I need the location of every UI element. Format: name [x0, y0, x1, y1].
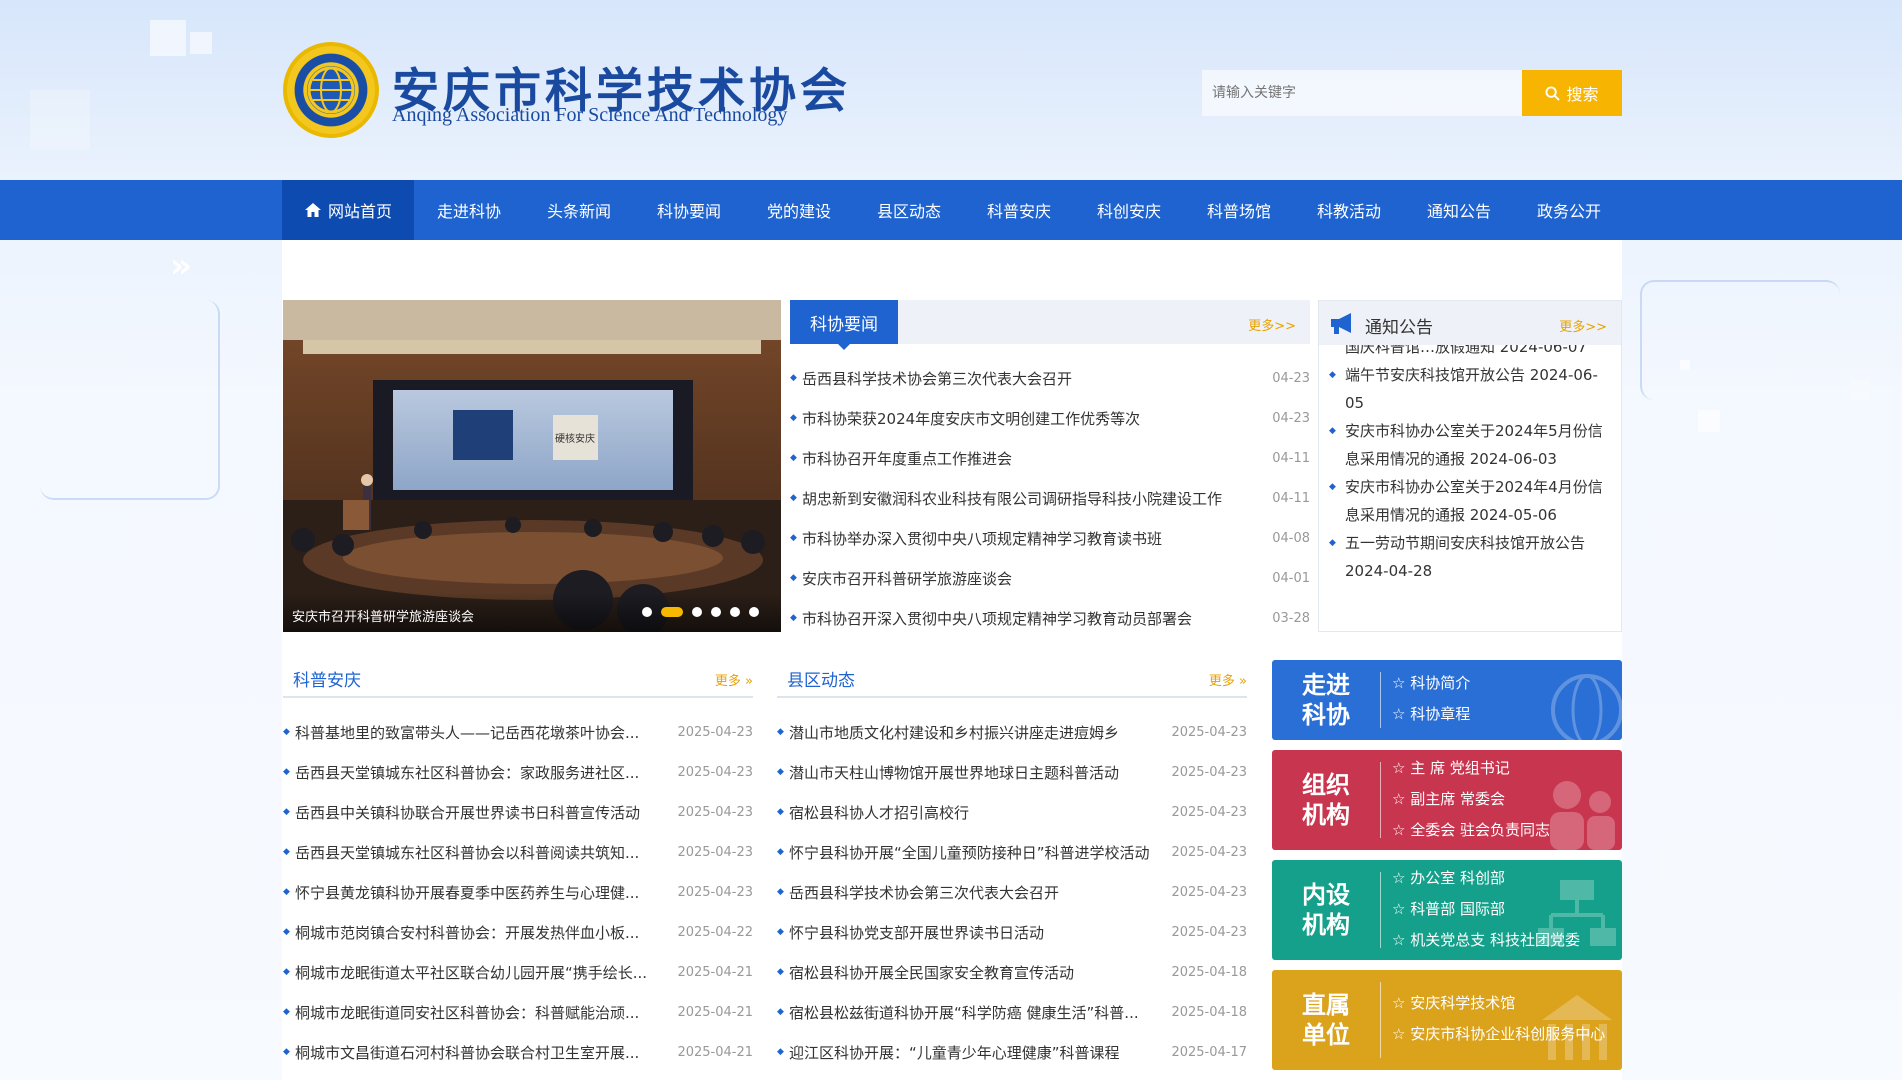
carousel-dot[interactable]	[692, 607, 702, 617]
list-item[interactable]: ◆ 怀宁县科协党支部开展世界读书日活动 2025-04-23	[777, 912, 1247, 952]
list-item[interactable]: ◆ 潜山市天柱山博物馆开展世界地球日主题科普活动 2025-04-23	[777, 752, 1247, 792]
list-item[interactable]: ◆ 安庆市科协办公室关于2024年4月份信息采用情况的通报 2024-05-06	[1329, 473, 1615, 529]
news-list: ◆ 岳西县科学技术协会第三次代表大会召开 04-23 ◆ 市科协荣获2024年度安庆市…	[790, 358, 1310, 638]
notice-list: 国庆科普馆…放假通知 2024-06-07 ◆ 端午节安庆科技馆开放公告 2024…	[1329, 345, 1615, 631]
side-link-chairman[interactable]: ☆ 主 席 党组书记	[1392, 753, 1550, 784]
list-item[interactable]: ◆ 市科协召开深入贯彻中央八项规定精神学习教育动员部署会 03-28	[790, 598, 1310, 638]
carousel-dot[interactable]	[749, 607, 759, 617]
notice-header: 通知公告 更多>>	[1319, 301, 1621, 345]
nav-item-headlines[interactable]: 头条新闻	[524, 180, 634, 240]
side-box-affiliated: 直属 单位 ☆ 安庆科学技术馆 ☆ 安庆市科协企业科创服务中心	[1272, 970, 1622, 1070]
carousel-dot[interactable]	[711, 607, 721, 617]
list-item[interactable]: ◆ 市科协举办深入贯彻中央八项规定精神学习教育读书班 04-08	[790, 518, 1310, 558]
list-item[interactable]: ◆ 胡忠新到安徽润科农业科技有限公司调研指导科技小院建设工作 04-11	[790, 478, 1310, 518]
home-icon	[304, 203, 321, 217]
kepu-section-header: 科普安庆 更多 »	[283, 658, 753, 698]
notice-more-link[interactable]: 更多>>	[1559, 316, 1607, 335]
list-item[interactable]: ◆ 岳西县天堂镇城东社区科普协会：家政服务进社区... 2025-04-23	[283, 752, 753, 792]
list-item[interactable]: ◆ 桐城市龙眠街道同安社区科普协会：科普赋能治顽... 2025-04-21	[283, 992, 753, 1032]
org-chart-icon	[1538, 880, 1616, 946]
side-box-title: 组织 机构	[1302, 771, 1350, 829]
list-item[interactable]: ◆ 岳西县天堂镇城东社区科普协会以科普阅读共筑知... 2025-04-23	[283, 832, 753, 872]
main-nav: 网站首页 走进科协 头条新闻 科协要闻 党的建设 县区动态 科普安庆 科创安庆 …	[0, 180, 1902, 240]
carousel-dot-active[interactable]	[661, 607, 683, 617]
nav-item-county[interactable]: 县区动态	[854, 180, 964, 240]
side-box-title: 内设 机构	[1302, 881, 1350, 939]
search-button-label: 搜索	[1566, 85, 1599, 104]
side-box-departments: 内设 机构 ☆ 办公室 科创部 ☆ 科普部 国际部 ☆ 机关党总支 科技社团党委	[1272, 860, 1622, 960]
list-item[interactable]: ◆ 桐城市龙眠街道太平社区联合幼儿园开展“携手绘长... 2025-04-21	[283, 952, 753, 992]
notice-title: 通知公告	[1365, 318, 1433, 338]
list-item[interactable]: ◆ 岳西县科学技术协会第三次代表大会召开 04-23	[790, 358, 1310, 398]
tab-news[interactable]: 科协要闻	[790, 300, 898, 350]
nav-item-home[interactable]: 网站首页	[282, 180, 414, 240]
list-item[interactable]: ◆ 潜山市地质文化村建设和乡村振兴讲座走进痘姆乡 2025-04-23	[777, 712, 1247, 752]
news-carousel[interactable]: 硬核安庆 安庆市召开科普研学旅游座谈会	[283, 300, 781, 632]
nav-item-news[interactable]: 科协要闻	[634, 180, 744, 240]
list-item[interactable]: ◆ 五一劳动节期间安庆科技馆开放公告 2024-04-28	[1329, 529, 1615, 585]
list-item[interactable]: ◆ 桐城市文昌街道石河村科普协会联合村卫生室开展... 2025-04-21	[283, 1032, 753, 1072]
side-box-title: 直属 单位	[1302, 991, 1350, 1049]
side-box-title: 走进 科协	[1302, 671, 1350, 729]
kepu-list: ◆ 科普基地里的致富带头人——记岳西花墩茶叶协会... 2025-04-23 ◆ 岳西…	[283, 712, 753, 1072]
list-item[interactable]: ◆ 怀宁县黄龙镇科协开展春夏季中医药养生与心理健... 2025-04-23	[283, 872, 753, 912]
site-header: 安庆市科学技术协会 Anqing Association For Science…	[0, 0, 1902, 180]
side-link-vice-chairman[interactable]: ☆ 副主席 常委会	[1392, 784, 1550, 815]
nav-item-gov[interactable]: 政务公开	[1514, 180, 1624, 240]
list-item[interactable]: ◆ 安庆市召开科普研学旅游座谈会 04-01	[790, 558, 1310, 598]
carousel-photo: 硬核安庆	[283, 300, 781, 632]
megaphone-icon	[1331, 313, 1351, 334]
list-item[interactable]: ◆ 宿松县科协人才招引高校行 2025-04-23	[777, 792, 1247, 832]
list-item[interactable]: ◆ 岳西县科学技术协会第三次代表大会召开 2025-04-23	[777, 872, 1247, 912]
list-item[interactable]: ◆ 怀宁县科协开展“全国儿童预防接种日”科普进学校活动 2025-04-23	[777, 832, 1247, 872]
list-item[interactable]: ◆ 迎江区科协开展：“儿童青少年心理健康”科普课程 2025-04-17	[777, 1032, 1247, 1072]
search-icon	[1545, 85, 1561, 101]
list-item[interactable]: ◆ 安庆市科协办公室关于2024年5月份信息采用情况的通报 2024-06-03	[1329, 417, 1615, 473]
logo-emblem-icon	[283, 42, 379, 138]
list-item[interactable]: ◆ 宿松县科协开展全民国家安全教育宣传活动 2025-04-18	[777, 952, 1247, 992]
people-icon	[1550, 781, 1615, 850]
search-button[interactable]: 搜索	[1522, 70, 1622, 116]
side-link-intro[interactable]: ☆ 科协简介	[1392, 668, 1470, 699]
notice-panel: 通知公告 更多>> 国庆科普馆…放假通知 2024-06-07 ◆ 端午节安庆科技…	[1318, 300, 1622, 632]
county-list: ◆ 潜山市地质文化村建设和乡村振兴讲座走进痘姆乡 2025-04-23 ◆ 潜山市天柱…	[777, 712, 1247, 1072]
list-item[interactable]: ◆ 科普基地里的致富带头人——记岳西花墩茶叶协会... 2025-04-23	[283, 712, 753, 752]
nav-item-party[interactable]: 党的建设	[744, 180, 854, 240]
side-box-about: 走进 科协 ☆ 科协简介 ☆ 科协章程	[1272, 660, 1622, 740]
carousel-dot[interactable]	[642, 607, 652, 617]
side-box-organization: 组织 机构 ☆ 主 席 党组书记 ☆ 副主席 常委会 ☆ 全委会 驻会负责同志	[1272, 750, 1622, 850]
list-item[interactable]: ◆ 桐城市范岗镇合安村科普协会：开展发热伴血小板... 2025-04-22	[283, 912, 753, 952]
kepu-title: 科普安庆	[293, 671, 361, 691]
news-panel-header: 科协要闻 更多>>	[790, 300, 1310, 350]
nav-item-about[interactable]: 走进科协	[414, 180, 524, 240]
county-section-header: 县区动态 更多 »	[777, 658, 1247, 698]
carousel-dots	[642, 607, 759, 617]
carousel-dot[interactable]	[730, 607, 740, 617]
side-link-charter[interactable]: ☆ 科协章程	[1392, 699, 1470, 730]
list-item[interactable]: ◆ 市科协召开年度重点工作推进会 04-11	[790, 438, 1310, 478]
kepu-more-link[interactable]: 更多 »	[715, 670, 753, 689]
side-link-committee[interactable]: ☆ 全委会 驻会负责同志	[1392, 815, 1550, 846]
list-item[interactable]: ◆ 市科协荣获2024年度安庆市文明创建工作优秀等次 04-23	[790, 398, 1310, 438]
county-title: 县区动态	[787, 671, 855, 691]
nav-item-activities[interactable]: 科教活动	[1294, 180, 1404, 240]
nav-item-venues[interactable]: 科普场馆	[1184, 180, 1294, 240]
nav-label: 网站首页	[327, 202, 392, 221]
nav-item-kepu[interactable]: 科普安庆	[964, 180, 1074, 240]
list-item[interactable]: ◆ 宿松县松兹街道科协开展“科学防癌 健康生活”科普... 2025-04-18	[777, 992, 1247, 1032]
globe-icon	[1551, 674, 1622, 740]
list-item[interactable]: 国庆科普馆…放假通知 2024-06-07	[1329, 345, 1615, 361]
screen-text: 硬核安庆	[555, 432, 595, 445]
nav-item-notices[interactable]: 通知公告	[1404, 180, 1514, 240]
search-input[interactable]	[1202, 70, 1522, 116]
county-more-link[interactable]: 更多 »	[1209, 670, 1247, 689]
list-item[interactable]: ◆ 端午节安庆科技馆开放公告 2024-06-05	[1329, 361, 1615, 417]
list-item[interactable]: ◆ 岳西县中关镇科协联合开展世界读书日科普宣传活动 2025-04-23	[283, 792, 753, 832]
news-more-link[interactable]: 更多>>	[1248, 315, 1296, 334]
site-subtitle: Anqing Association For Science And Techn…	[392, 104, 788, 126]
building-icon	[1542, 995, 1612, 1060]
nav-item-kechuang[interactable]: 科创安庆	[1074, 180, 1184, 240]
